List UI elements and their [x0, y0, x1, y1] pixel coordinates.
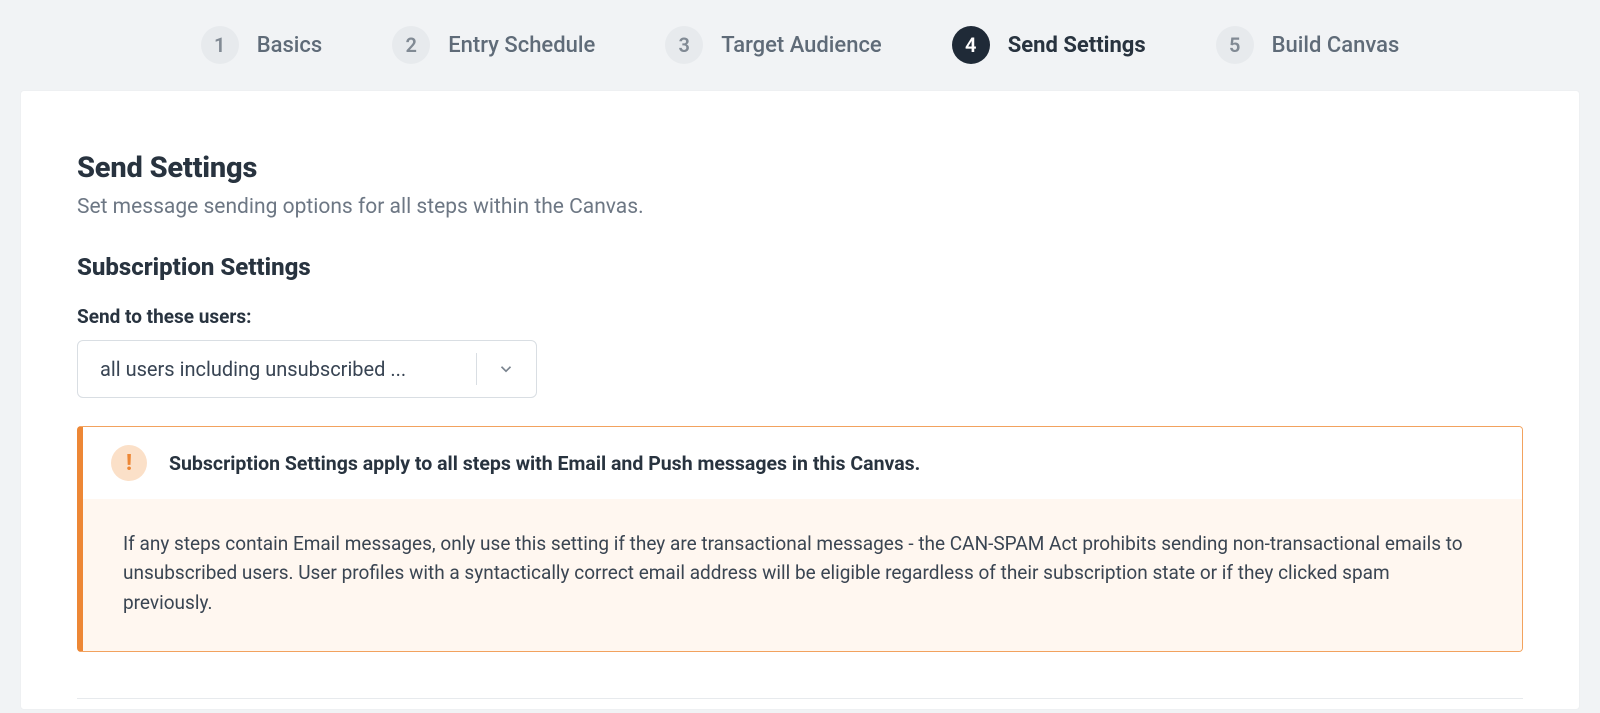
send-to-users-label: Send to these users: — [77, 305, 1523, 328]
section-divider — [77, 698, 1523, 699]
step-target-audience[interactable]: 3 Target Audience — [665, 26, 881, 64]
send-to-users-select[interactable]: all users including unsubscribed ... — [77, 340, 537, 398]
step-number-badge: 4 — [952, 26, 990, 64]
warning-icon: ! — [111, 445, 147, 481]
step-number-badge: 2 — [392, 26, 430, 64]
alert-title: Subscription Settings apply to all steps… — [169, 452, 920, 475]
select-arrow — [476, 341, 536, 397]
page-title: Send Settings — [77, 151, 1523, 185]
step-label: Entry Schedule — [448, 33, 595, 58]
step-basics[interactable]: 1 Basics — [201, 26, 322, 64]
step-number-badge: 1 — [201, 26, 239, 64]
send-to-users-value: all users including unsubscribed ... — [78, 341, 476, 397]
step-build-canvas[interactable]: 5 Build Canvas — [1216, 26, 1400, 64]
subscription-warning-alert: ! Subscription Settings apply to all ste… — [77, 426, 1523, 652]
step-label: Send Settings — [1008, 33, 1146, 58]
alert-header: ! Subscription Settings apply to all ste… — [83, 427, 1522, 499]
step-label: Basics — [257, 33, 322, 58]
step-label: Target Audience — [721, 33, 881, 58]
chevron-down-icon — [497, 360, 515, 378]
step-number-badge: 3 — [665, 26, 703, 64]
page-description: Set message sending options for all step… — [77, 195, 1523, 219]
step-number-badge: 5 — [1216, 26, 1254, 64]
content-card: Send Settings Set message sending option… — [20, 90, 1580, 710]
alert-body: If any steps contain Email messages, onl… — [83, 499, 1522, 651]
step-label: Build Canvas — [1272, 33, 1400, 58]
step-send-settings[interactable]: 4 Send Settings — [952, 26, 1146, 64]
wizard-stepper: 1 Basics 2 Entry Schedule 3 Target Audie… — [0, 0, 1600, 90]
step-entry-schedule[interactable]: 2 Entry Schedule — [392, 26, 595, 64]
subscription-section-title: Subscription Settings — [77, 253, 1523, 281]
